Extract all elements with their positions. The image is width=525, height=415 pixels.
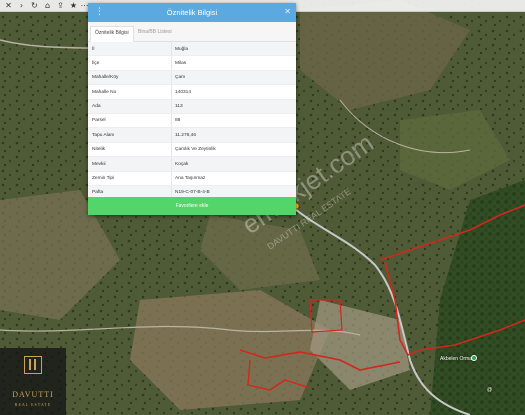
logo-name: DAVUTTI: [12, 390, 54, 399]
row-key: Mahalle No: [92, 89, 117, 95]
row-value: Çamlık Ve Zeytinlik: [175, 147, 216, 153]
row-key: Mahalle/Köy: [92, 75, 119, 81]
row-value: 11.276,46: [175, 132, 196, 138]
logo-subtitle: REAL ESTATE: [14, 402, 52, 407]
table-row: İl Muğla: [88, 42, 296, 57]
map-corner-label: @: [487, 387, 493, 393]
row-key: Pafta: [92, 190, 104, 196]
row-value: Milas: [175, 60, 187, 66]
refresh-icon[interactable]: ↻: [30, 1, 39, 10]
logo-mark-icon: [24, 356, 42, 374]
table-row: Tapu Alanı 11.276,46: [88, 128, 296, 143]
home-icon[interactable]: ⌂: [43, 1, 52, 10]
row-key: İl: [92, 46, 95, 52]
table-row: Mahalle No 140314: [88, 85, 296, 100]
forward-icon[interactable]: ›: [17, 1, 26, 10]
table-row: İlçe Milas: [88, 56, 296, 71]
table-row: Mahalle/Köy Çam: [88, 70, 296, 86]
table-row: Parsel 88: [88, 113, 296, 129]
bookmark-icon[interactable]: ★: [69, 1, 78, 10]
close-icon[interactable]: ✕: [4, 1, 13, 10]
row-value: 140314: [175, 89, 192, 95]
row-value: N19-C-07-B-4-B: [175, 190, 210, 196]
row-value: Çam: [175, 75, 186, 81]
row-key: Mevkii: [92, 161, 106, 167]
row-value: Ana Taşınmaz: [175, 176, 206, 182]
row-value: Muğla: [175, 46, 189, 52]
share-icon[interactable]: ⇪: [56, 1, 65, 10]
panel-title: Öznitelik Bilgisi: [166, 8, 218, 17]
row-key: Parsel: [92, 118, 106, 124]
tab-attribute-info[interactable]: Öznitelik Bilgisi: [90, 26, 134, 42]
tab-building-list[interactable]: Bina/BB Listesi: [134, 26, 176, 42]
row-value: 88: [175, 118, 181, 124]
davutti-logo: DAVUTTI REAL ESTATE: [0, 348, 66, 415]
close-icon[interactable]: ✕: [284, 7, 291, 16]
table-row: Zemin Tipi Ana Taşınmaz: [88, 171, 296, 186]
table-row: Ada 113: [88, 99, 296, 114]
table-row: Mevkii Koçak: [88, 157, 296, 172]
row-key: Ada: [92, 104, 101, 110]
row-key: Nitelik: [92, 147, 106, 153]
panel-header: ⋮ Öznitelik Bilgisi ✕: [88, 3, 296, 22]
panel-tabs: Öznitelik Bilgisi Bina/BB Listesi: [88, 22, 296, 42]
row-key: Zemin Tipi: [92, 176, 115, 182]
add-to-favorites-button[interactable]: Favorilere ekle: [88, 197, 296, 215]
attribute-table: İl Muğla İlçe Milas Mahalle/Köy Çam Mahalle…: [88, 42, 296, 201]
table-row: Nitelik Çamlık Ve Zeytinlik: [88, 142, 296, 158]
row-key: İlçe: [92, 60, 100, 66]
place-marker-icon[interactable]: [471, 355, 477, 361]
row-value: Koçak: [175, 161, 189, 167]
row-key: Tapu Alanı: [92, 132, 115, 138]
attribute-info-panel: ⋮ Öznitelik Bilgisi ✕ Öznitelik Bilgisi …: [88, 3, 296, 215]
row-value: 113: [175, 104, 183, 110]
